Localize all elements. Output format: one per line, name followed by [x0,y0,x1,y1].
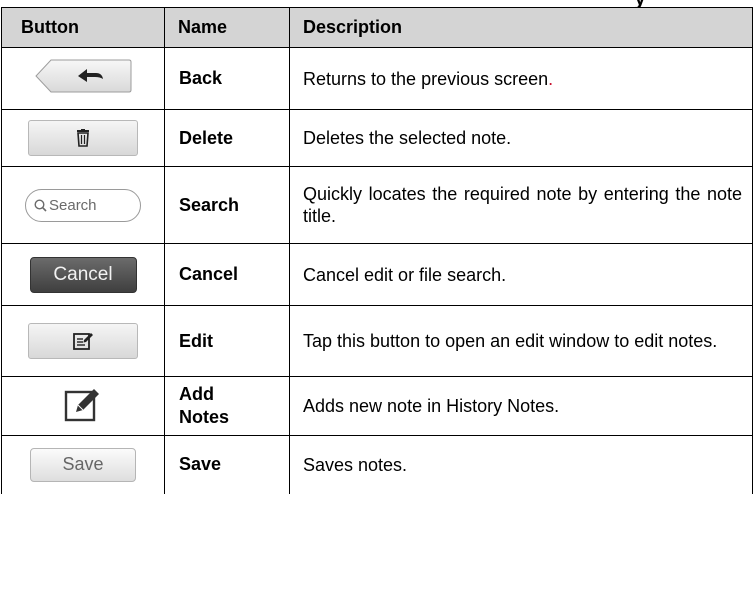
row-name: Save [164,435,290,494]
table-row: Delete Deletes the selected note. [1,109,753,167]
row-name: Add Notes [164,376,290,436]
back-button[interactable] [34,59,132,93]
table-row: Back Returns to the previous screen. [1,47,753,110]
table-row: Cancel Cancel Cancel edit or file search… [1,243,753,306]
delete-button[interactable] [28,120,138,156]
save-button[interactable]: Save [30,447,136,482]
header-name: Name [164,7,290,48]
row-name: Search [164,166,290,244]
button-reference-table: Button Name Description Back Returns to … [1,7,753,494]
row-description: Adds new note in History Notes. [289,376,753,436]
search-icon [34,198,47,212]
row-description: Tap this button to open an edit window t… [289,305,753,377]
row-name: Cancel [164,243,290,306]
row-description: Cancel edit or file search. [289,243,753,306]
cancel-button[interactable]: Cancel [29,256,137,293]
table-row: Add Notes Adds new note in History Notes. [1,376,753,436]
trash-icon [77,129,89,147]
row-description: Returns to the previous screen. [289,47,753,110]
row-name: Delete [164,109,290,167]
header-description: Description [289,7,753,48]
search-button[interactable]: Search [25,188,141,222]
table-row: Edit Tap this button to open an edit win… [1,305,753,377]
row-name: Back [164,47,290,110]
table-row: Search Search Quickly locates the requir… [1,166,753,244]
edit-icon [73,333,93,350]
add-notes-button[interactable] [64,386,102,427]
edit-button[interactable] [28,323,138,359]
table-header-row: Button Name Description [1,7,753,48]
row-name: Edit [164,305,290,377]
add-note-icon [64,388,99,421]
header-button: Button [1,7,165,48]
row-description: Quickly locates the required note by ent… [289,166,753,244]
search-button-label: Search [49,196,97,214]
table-row: Save Save Saves notes. [1,435,753,494]
row-description: Deletes the selected note. [289,109,753,167]
row-description: Saves notes. [289,435,753,494]
